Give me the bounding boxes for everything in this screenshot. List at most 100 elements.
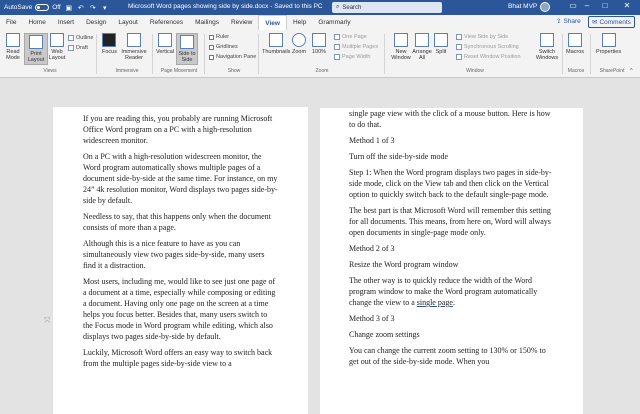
web-layout-label: Web Layout xyxy=(48,49,66,61)
share-label: Share xyxy=(563,17,581,25)
zoom-100-button[interactable]: 100% xyxy=(312,33,326,55)
view-side-by-side-button[interactable]: View Side by Side xyxy=(456,34,508,40)
print-layout-button[interactable]: Print Layout xyxy=(24,33,48,65)
collapse-ribbon-icon[interactable]: ^ xyxy=(630,68,633,74)
sharepoint-group-label: SharePoint xyxy=(599,68,625,74)
arrange-all-button[interactable]: Arrange All xyxy=(412,33,432,61)
outline-label: Outline xyxy=(76,35,94,41)
gridlines-checkbox[interactable]: Gridlines xyxy=(209,44,238,50)
immersive-reader-button[interactable]: Immersive Reader xyxy=(120,33,148,61)
paragraph: Resize the Word program window xyxy=(349,260,459,269)
print-layout-icon xyxy=(29,35,43,49)
tab-review[interactable]: Review xyxy=(225,15,258,30)
tab-file[interactable]: File xyxy=(0,15,22,30)
tab-layout[interactable]: Layout xyxy=(112,15,144,30)
switch-windows-icon xyxy=(540,33,554,47)
tab-home[interactable]: Home xyxy=(22,15,51,30)
switch-windows-button[interactable]: Switch Windows xyxy=(534,33,560,61)
paragraph: single page view with the click of a mou… xyxy=(349,109,551,129)
focus-icon xyxy=(102,33,117,47)
paragraph: Needless to say, that this happens only … xyxy=(83,212,271,232)
ruler-checkbox[interactable]: Ruler xyxy=(209,34,229,40)
autosave-label: AutoSave xyxy=(4,4,33,11)
navigation-pane-checkbox[interactable]: Navigation Pane xyxy=(209,54,256,60)
multiple-pages-label: Multiple Pages xyxy=(342,44,379,50)
ribbon: Read Mode Print Layout Web Layout Outlin… xyxy=(0,30,640,78)
mouse-cursor-icon: ⤧ xyxy=(44,316,51,325)
underlined-text: single page xyxy=(416,298,453,307)
page-width-label: Page Width xyxy=(342,54,371,60)
properties-button[interactable]: Properties xyxy=(596,33,621,55)
web-layout-button[interactable]: Web Layout xyxy=(48,33,66,61)
immersive-reader-label: Immersive Reader xyxy=(121,49,147,61)
outline-button[interactable]: Outline xyxy=(68,35,93,41)
tab-grammarly[interactable]: Grammarly xyxy=(312,15,356,30)
share-button[interactable]: ⇪ Share xyxy=(556,17,581,26)
zoom-100-icon xyxy=(312,33,327,47)
new-window-button[interactable]: New Window xyxy=(390,33,412,61)
comments-label: Comments xyxy=(599,18,631,26)
one-page-label: One Page xyxy=(342,34,367,40)
paragraph: Step 1: When the Word program displays t… xyxy=(349,168,552,199)
tab-references[interactable]: References xyxy=(144,15,189,30)
user-name[interactable]: Bhat MVP xyxy=(508,3,537,10)
toggle-switch[interactable] xyxy=(35,4,50,11)
avatar[interactable] xyxy=(540,2,550,12)
new-window-icon xyxy=(394,33,408,47)
checkbox[interactable] xyxy=(209,54,214,60)
reset-window-position-button[interactable]: Reset Window Position xyxy=(456,54,521,60)
undo-icon[interactable]: ↶ xyxy=(77,4,85,12)
paragraph: Method 1 of 3 xyxy=(349,136,395,145)
search-icon: ⌕ xyxy=(336,4,340,10)
document-page-1[interactable]: If you are reading this, you probably ar… xyxy=(53,107,308,414)
vertical-label: Vertical xyxy=(156,49,175,55)
side-to-side-label: Side to Side xyxy=(178,51,196,63)
immersive-reader-icon xyxy=(127,33,141,47)
autosave-toggle[interactable]: AutoSave Off xyxy=(4,4,61,11)
paragraph: If you are reading this, you probably ar… xyxy=(83,114,273,145)
sync-scroll-icon xyxy=(456,44,462,50)
chevron-down-icon[interactable]: ▾ xyxy=(101,4,109,12)
save-icon[interactable]: ▣ xyxy=(65,4,73,12)
outline-icon xyxy=(68,35,74,41)
tab-help[interactable]: Help xyxy=(287,15,312,30)
split-button[interactable]: Split xyxy=(434,33,448,55)
comment-icon: ✉ xyxy=(592,19,598,26)
vertical-button[interactable]: Vertical xyxy=(156,33,174,55)
zoom-100-label: 100% xyxy=(312,49,327,55)
draft-button[interactable]: Draft xyxy=(68,45,88,51)
checkbox[interactable] xyxy=(209,44,214,50)
tab-mailings[interactable]: Mailings xyxy=(189,15,225,30)
tab-view[interactable]: View xyxy=(258,15,287,30)
tab-design[interactable]: Design xyxy=(80,15,112,30)
macros-button[interactable]: Macros xyxy=(566,33,584,55)
macros-group-label: Macros xyxy=(567,68,585,74)
close-icon[interactable]: ✕ xyxy=(620,1,634,10)
ribbon-display-icon[interactable]: ▭ xyxy=(566,1,580,10)
checkbox[interactable] xyxy=(209,34,214,40)
zoom-group-label: Zoom xyxy=(315,68,329,74)
synchronous-scrolling-button[interactable]: Synchronous Scrolling xyxy=(456,44,519,50)
page-width-button[interactable]: Page Width xyxy=(334,54,370,60)
thumbnails-button[interactable]: Thumbnails xyxy=(262,33,290,55)
redo-icon[interactable]: ↷ xyxy=(89,4,97,12)
maximize-icon[interactable]: □ xyxy=(598,1,612,10)
multiple-pages-button[interactable]: Multiple Pages xyxy=(334,44,378,50)
document-page-2[interactable]: single page view with the click of a mou… xyxy=(320,108,583,414)
comments-button[interactable]: ✉ Comments xyxy=(588,16,635,28)
paragraph: Luckily, Microsoft Word offers an easy w… xyxy=(83,348,273,368)
switch-windows-label: Switch Windows xyxy=(535,49,559,61)
page-movement-group-label: Page Movement xyxy=(160,68,198,74)
search-input[interactable]: ⌕ Search xyxy=(332,2,442,13)
zoom-button[interactable]: Zoom xyxy=(292,33,306,55)
paragraph: The other way is to quickly reduce the w… xyxy=(349,275,553,308)
side-to-side-button[interactable]: Side to Side xyxy=(176,33,198,65)
one-page-button[interactable]: One Page xyxy=(334,34,367,40)
minimize-icon[interactable]: – xyxy=(580,1,594,10)
draft-icon xyxy=(68,45,74,51)
read-mode-button[interactable]: Read Mode xyxy=(4,33,22,61)
focus-button[interactable]: Focus xyxy=(102,33,117,55)
paragraph: Change zoom settings xyxy=(349,330,420,339)
vertical-icon xyxy=(158,33,173,47)
tab-insert[interactable]: Insert xyxy=(52,15,80,30)
